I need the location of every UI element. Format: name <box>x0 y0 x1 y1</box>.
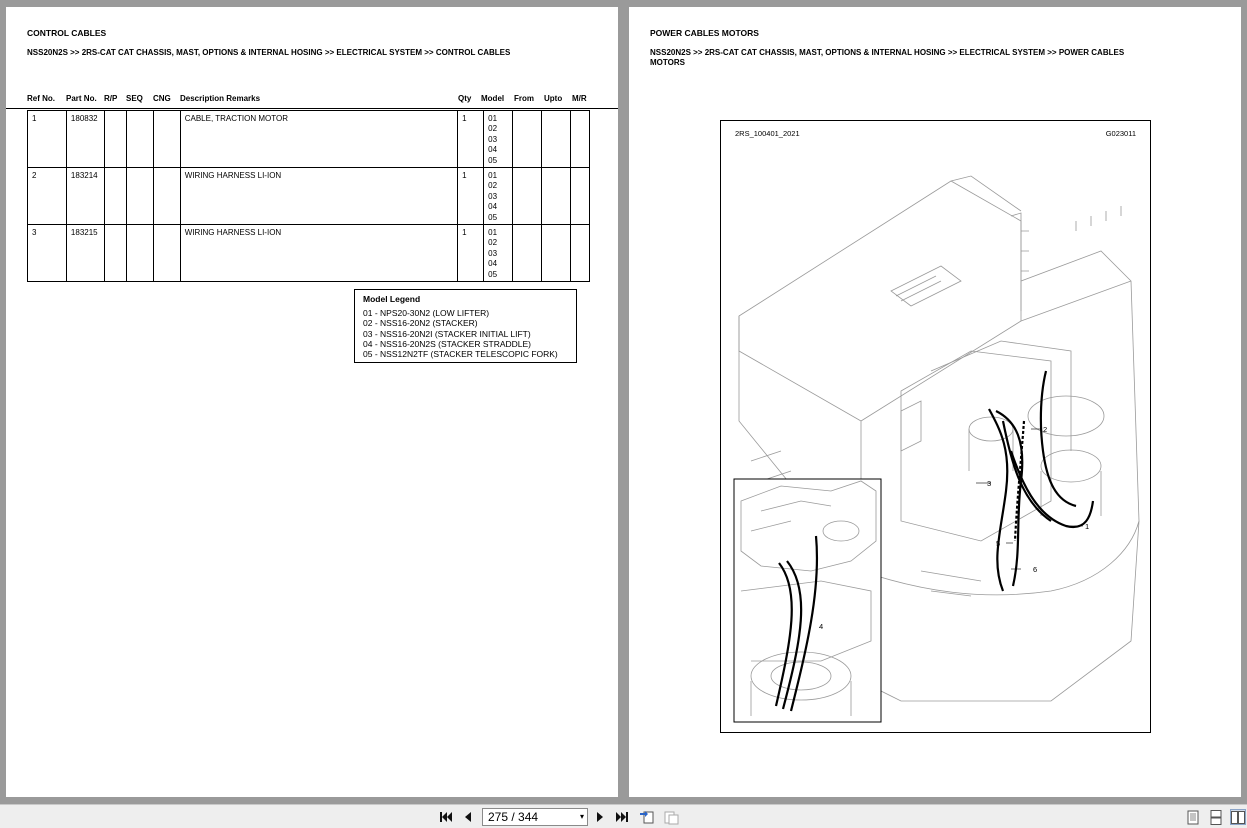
desc-cell: CABLE, TRACTION MOTOR <box>179 110 459 168</box>
page-number-text: 275 / 344 <box>488 810 539 824</box>
legend-item: 01 - NPS20-30N2 (LOW LIFTER) <box>363 308 490 318</box>
legend-title: Model Legend <box>363 294 421 304</box>
col-mr: M/R <box>572 94 587 103</box>
part-cell: 180832 <box>65 110 105 168</box>
prev-page-icon[interactable] <box>460 809 476 825</box>
col-cng: CNG <box>153 94 171 103</box>
header-rule <box>6 108 618 109</box>
col-model: Model <box>481 94 505 103</box>
breadcrumb: NSS20N2S >> 2RS-CAT CAT CHASSIS, MAST, O… <box>650 48 1125 67</box>
model-cell: 01 02 03 04 05 <box>483 110 514 168</box>
callout-4: 4 <box>819 622 823 631</box>
col-ref: Ref No. <box>27 94 55 103</box>
qty-cell: 1 <box>457 224 485 282</box>
col-seq: SEQ <box>126 94 143 103</box>
exploded-view-drawing: 1 2 3 4 5 6 <box>733 175 1140 723</box>
table-row: 1 180832 CABLE, TRACTION MOTOR 1 01 02 03 0… <box>27 110 591 168</box>
callout-2: 2 <box>1043 425 1047 434</box>
table-row: 3 183215 WIRING HARNESS LI-ION 1 01 02 03 0… <box>27 224 591 282</box>
two-page-icon[interactable] <box>1230 809 1246 825</box>
callout-5: 5 <box>996 539 1000 548</box>
next-page-icon[interactable] <box>592 809 608 825</box>
col-desc: Description Remarks <box>180 94 261 103</box>
legend-item: 05 - NSS12N2TF (STACKER TELESCOPIC FORK) <box>363 349 558 360</box>
page-title: POWER CABLES MOTORS <box>650 28 759 38</box>
prev-view-icon[interactable] <box>639 809 655 825</box>
col-from: From <box>514 94 534 103</box>
page-number-field[interactable]: 275 / 344 ▾ <box>482 808 588 826</box>
ref-cell: 1 <box>27 110 67 168</box>
legend-item: 03 - NSS16-20N2I (STACKER INITIAL LIFT) <box>363 328 531 339</box>
model-cell: 01 02 03 04 05 <box>483 224 514 282</box>
callout-1: 1 <box>1085 522 1089 531</box>
col-upto: Upto <box>544 94 563 103</box>
ref-cell: 2 <box>27 167 67 225</box>
last-page-icon[interactable] <box>614 809 630 825</box>
callout-6: 6 <box>1033 565 1037 574</box>
ref-cell: 3 <box>27 224 67 282</box>
col-rp: R/P <box>104 94 118 103</box>
single-page-icon[interactable] <box>1185 809 1201 825</box>
legend-item: 02 - NSS16-20N2 (STACKER) <box>363 318 478 329</box>
table-row: 2 183214 WIRING HARNESS LI-ION 1 01 02 03 0… <box>27 167 591 225</box>
left-page: CONTROL CABLES NSS20N2S >> 2RS-CAT CAT C… <box>6 7 618 797</box>
desc-cell: WIRING HARNESS LI-ION <box>179 224 459 282</box>
col-part: Part No. <box>66 94 97 103</box>
desc-cell: WIRING HARNESS LI-ION <box>179 167 459 225</box>
model-cell: 01 02 03 04 05 <box>483 167 514 225</box>
part-cell: 183214 <box>65 167 105 225</box>
continuous-icon[interactable] <box>1208 809 1224 825</box>
parts-diagram: 2RS_100401_2021 G023011 1 2 3 4 5 6 <box>720 120 1151 733</box>
callout-3: 3 <box>987 479 991 488</box>
breadcrumb: NSS20N2S >> 2RS-CAT CAT CHASSIS, MAST, O… <box>27 48 511 57</box>
col-qty: Qty <box>458 94 472 103</box>
qty-cell: 1 <box>457 110 485 168</box>
chevron-down-icon[interactable]: ▾ <box>580 809 584 825</box>
page-title: CONTROL CABLES <box>27 28 107 38</box>
part-cell: 183215 <box>65 224 105 282</box>
next-view-icon[interactable] <box>663 809 679 825</box>
legend-item: 04 - NSS16-20N2S (STACKER STRADDLE) <box>363 338 532 349</box>
first-page-icon[interactable] <box>438 809 454 825</box>
qty-cell: 1 <box>457 167 485 225</box>
model-legend: Model Legend 01 - NPS20-30N2 (LOW LIFTER… <box>354 289 577 363</box>
viewer-toolbar: 275 / 344 ▾ <box>0 804 1247 828</box>
parts-table: 1 180832 CABLE, TRACTION MOTOR 1 01 02 03 0… <box>27 110 591 282</box>
right-page: POWER CABLES MOTORS NSS20N2S >> 2RS-CAT … <box>629 7 1241 797</box>
